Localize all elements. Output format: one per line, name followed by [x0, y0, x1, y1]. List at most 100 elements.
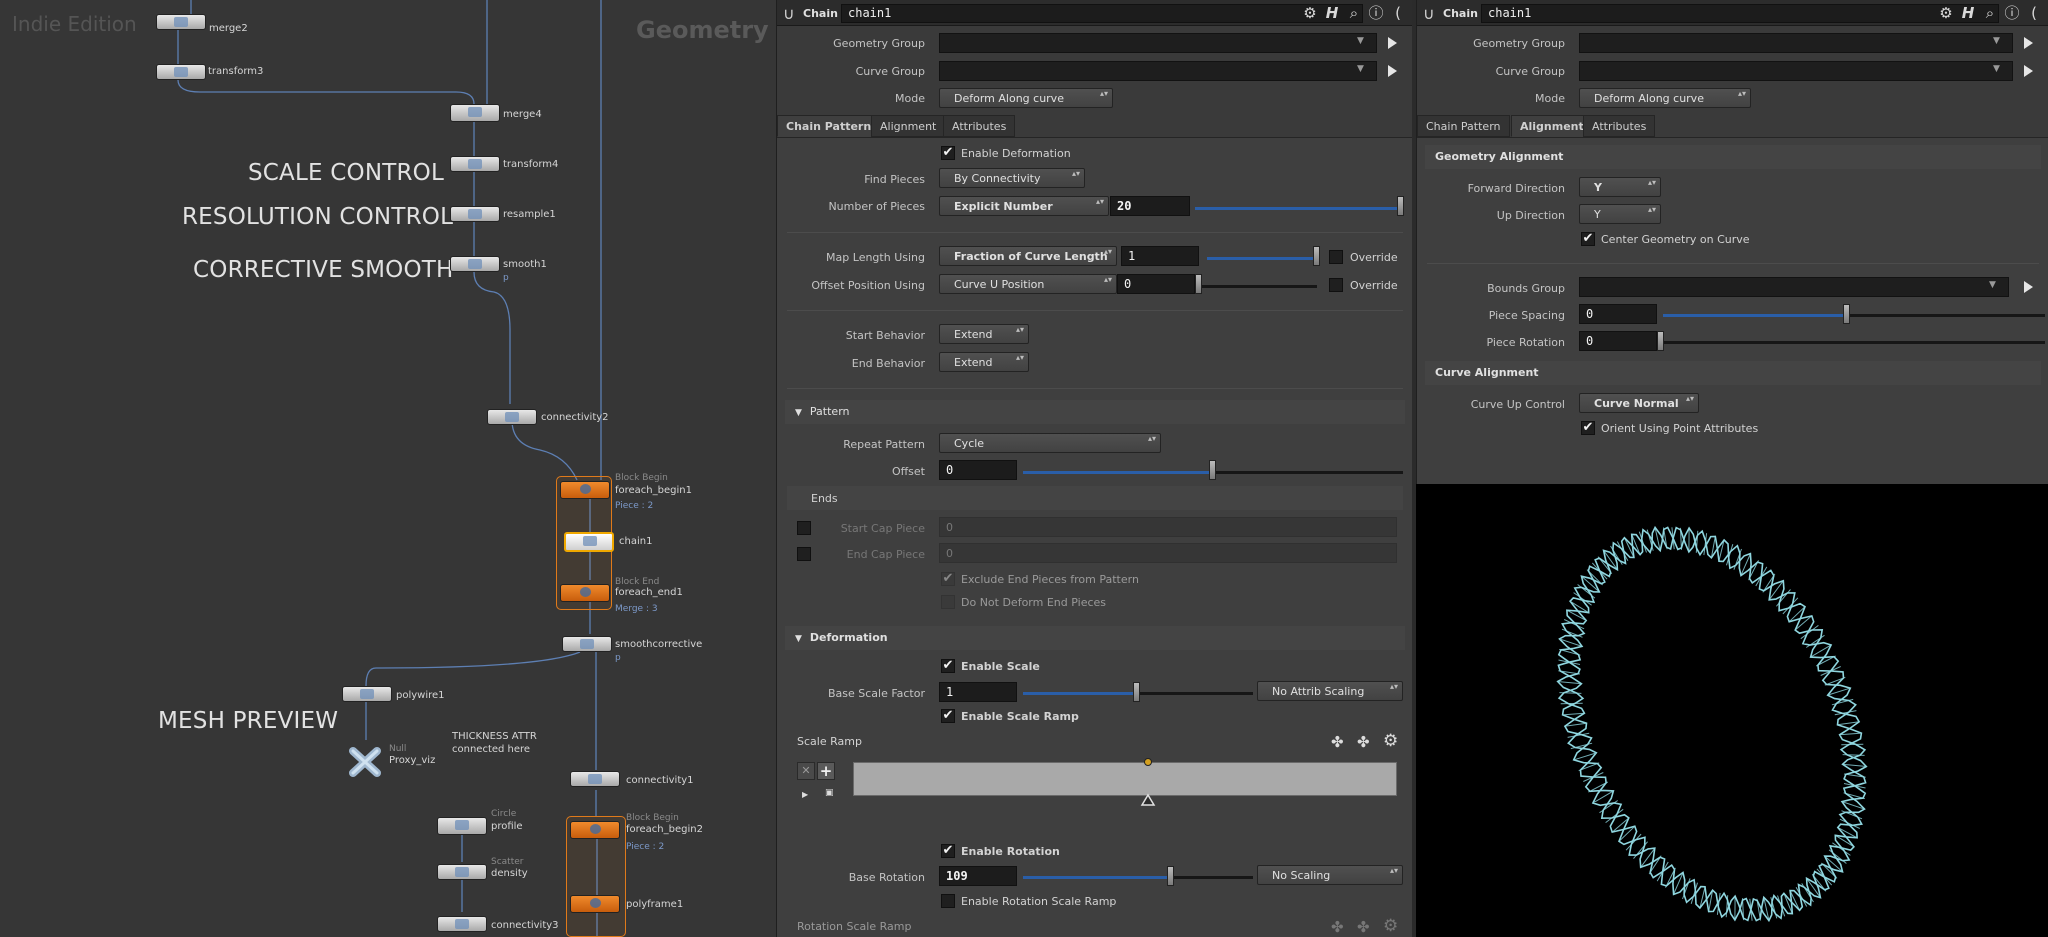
node-merge2[interactable] [156, 14, 206, 30]
offset-position-mode-menu[interactable]: Curve U Position [939, 274, 1117, 294]
piece-spacing-slider-handle[interactable] [1843, 304, 1850, 324]
chevron-down-icon[interactable]: ▼ [1993, 36, 2000, 46]
mode-menu[interactable]: Deform Along curve [1579, 88, 1751, 108]
ramp-move-icon[interactable]: ✤ [1357, 733, 1370, 751]
gear-icon[interactable]: ⚙ [1937, 4, 1955, 22]
node-resample1[interactable] [450, 206, 500, 222]
scale-ramp-editor[interactable] [853, 762, 1397, 796]
piece-rotation-slider[interactable] [1664, 341, 2045, 344]
rotation-scaling-menu[interactable]: No Scaling [1257, 865, 1403, 885]
ramp-gear-icon[interactable]: ⚙ [1383, 731, 1398, 751]
start-cap-field[interactable]: 0 [939, 517, 1397, 537]
node-smooth1[interactable] [450, 256, 500, 272]
node-connectivity2[interactable] [487, 409, 537, 425]
ramp-link-icon[interactable]: ▣ [825, 788, 834, 798]
number-of-pieces-field[interactable]: 20 [1110, 196, 1190, 216]
base-rotation-field[interactable]: 109 [939, 866, 1017, 886]
node-polywire1[interactable] [342, 686, 392, 702]
repeat-pattern-menu[interactable]: Cycle [939, 433, 1161, 453]
info-icon[interactable]: ⓘ [1367, 4, 1385, 22]
piece-rotation-slider-handle[interactable] [1657, 331, 1664, 351]
enable-scale-checkbox[interactable] [941, 659, 955, 673]
start-behavior-menu[interactable]: Extend [939, 324, 1029, 344]
offset-slider-handle[interactable] [1209, 460, 1216, 480]
more-icon[interactable]: ( [1389, 4, 1407, 22]
ramp-expand-icon[interactable]: ▶ [802, 790, 808, 799]
selection-arrow-icon[interactable] [2024, 281, 2033, 293]
node-smoothcorrective[interactable] [562, 636, 612, 652]
tab-chain-pattern[interactable]: Chain Pattern [1417, 115, 1510, 137]
forward-direction-menu[interactable]: Y [1579, 177, 1661, 197]
up-direction-menu[interactable]: Y [1579, 204, 1661, 224]
node-foreach-begin2[interactable] [570, 821, 620, 839]
mode-menu[interactable]: Deform Along curve [939, 88, 1113, 108]
tab-attributes[interactable]: Attributes [1583, 115, 1656, 137]
enable-scale-ramp-checkbox[interactable] [941, 709, 955, 723]
base-scale-slider-handle[interactable] [1133, 682, 1140, 702]
node-foreach-end1[interactable] [560, 584, 610, 602]
curve-up-control-menu[interactable]: Curve Normal [1579, 393, 1699, 413]
node-polyframe1[interactable] [570, 895, 620, 913]
number-of-pieces-mode-menu[interactable]: Explicit Number [939, 196, 1109, 216]
chevron-down-icon[interactable]: ▼ [1357, 64, 1364, 74]
curve-group-field[interactable] [939, 61, 1377, 81]
node-profile[interactable] [437, 817, 487, 835]
node-density[interactable] [437, 864, 487, 880]
center-geometry-checkbox[interactable] [1581, 232, 1595, 246]
map-length-slider-handle[interactable] [1313, 246, 1320, 266]
gear-icon[interactable]: ⚙ [1301, 4, 1319, 22]
map-length-field[interactable]: 1 [1121, 246, 1199, 266]
enable-rotation-checkbox[interactable] [941, 844, 955, 858]
help-h-icon[interactable]: H [1959, 4, 1977, 22]
offset-position-override-checkbox[interactable] [1329, 278, 1343, 292]
deformation-folder[interactable]: ▼ Deformation [785, 626, 1405, 650]
node-chain1[interactable] [564, 532, 614, 552]
end-behavior-menu[interactable]: Extend [939, 352, 1029, 372]
find-pieces-menu[interactable]: By Connectivity [939, 168, 1085, 188]
base-scale-field[interactable]: 1 [939, 682, 1017, 702]
geometry-group-field[interactable] [1579, 33, 2013, 53]
node-connectivity1[interactable] [570, 771, 620, 787]
chevron-down-icon[interactable]: ▼ [1989, 280, 1996, 290]
curve-group-field[interactable] [1579, 61, 2013, 81]
node-connectivity3[interactable] [437, 916, 487, 932]
tab-alignment[interactable]: Alignment [1511, 115, 1593, 137]
selection-arrow-icon[interactable] [2024, 65, 2033, 77]
tab-alignment[interactable]: Alignment [871, 115, 946, 137]
selection-arrow-icon[interactable] [2024, 37, 2033, 49]
offset-position-field[interactable]: 0 [1117, 274, 1195, 294]
map-length-override-checkbox[interactable] [1329, 250, 1343, 264]
ramp-move-icon[interactable]: ✤ [1331, 733, 1344, 751]
node-foreach-begin1[interactable] [560, 481, 610, 499]
offset-position-slider-handle[interactable] [1195, 274, 1202, 294]
ramp-add-point-button[interactable]: + [817, 762, 835, 780]
enable-rotation-ramp-checkbox[interactable] [941, 894, 955, 908]
offset-field[interactable]: 0 [939, 460, 1017, 480]
chevron-down-icon[interactable]: ▼ [1357, 36, 1364, 46]
pattern-folder[interactable]: ▼ Pattern [785, 400, 1405, 424]
ramp-move-icon[interactable]: ✤ [1331, 918, 1344, 936]
geometry-group-field[interactable] [939, 33, 1377, 53]
help-h-icon[interactable]: H [1323, 4, 1341, 22]
scene-viewport[interactable] [1416, 484, 2048, 937]
orient-point-attrib-checkbox[interactable] [1581, 421, 1595, 435]
more-icon[interactable]: ( [2025, 4, 2043, 22]
node-name-field[interactable]: chain1 [841, 4, 1363, 23]
ramp-move-icon[interactable]: ✤ [1357, 918, 1370, 936]
node-transform3[interactable] [156, 64, 206, 80]
map-length-mode-menu[interactable]: Fraction of Curve Length [939, 246, 1117, 266]
attrib-scaling-menu[interactable]: No Attrib Scaling [1257, 681, 1403, 701]
offset-position-slider[interactable] [1202, 285, 1317, 288]
piece-rotation-field[interactable]: 0 [1579, 331, 1657, 351]
network-editor[interactable]: Indie Edition Geometry SCALE CONTROL RES… [0, 0, 776, 937]
magnifier-icon[interactable]: ⌕ [1981, 4, 1999, 22]
no-deform-end-checkbox[interactable] [941, 595, 955, 609]
base-rotation-slider-handle[interactable] [1167, 866, 1174, 886]
node-name-field[interactable]: chain1 [1481, 4, 1999, 23]
tab-chain-pattern[interactable]: Chain Pattern [777, 115, 881, 137]
end-cap-field[interactable]: 0 [939, 543, 1397, 563]
tab-attributes[interactable]: Attributes [943, 115, 1016, 137]
ramp-value-point[interactable] [1144, 758, 1152, 766]
ramp-delete-point-button[interactable]: ✕ [797, 762, 815, 780]
piece-spacing-field[interactable]: 0 [1579, 304, 1657, 324]
